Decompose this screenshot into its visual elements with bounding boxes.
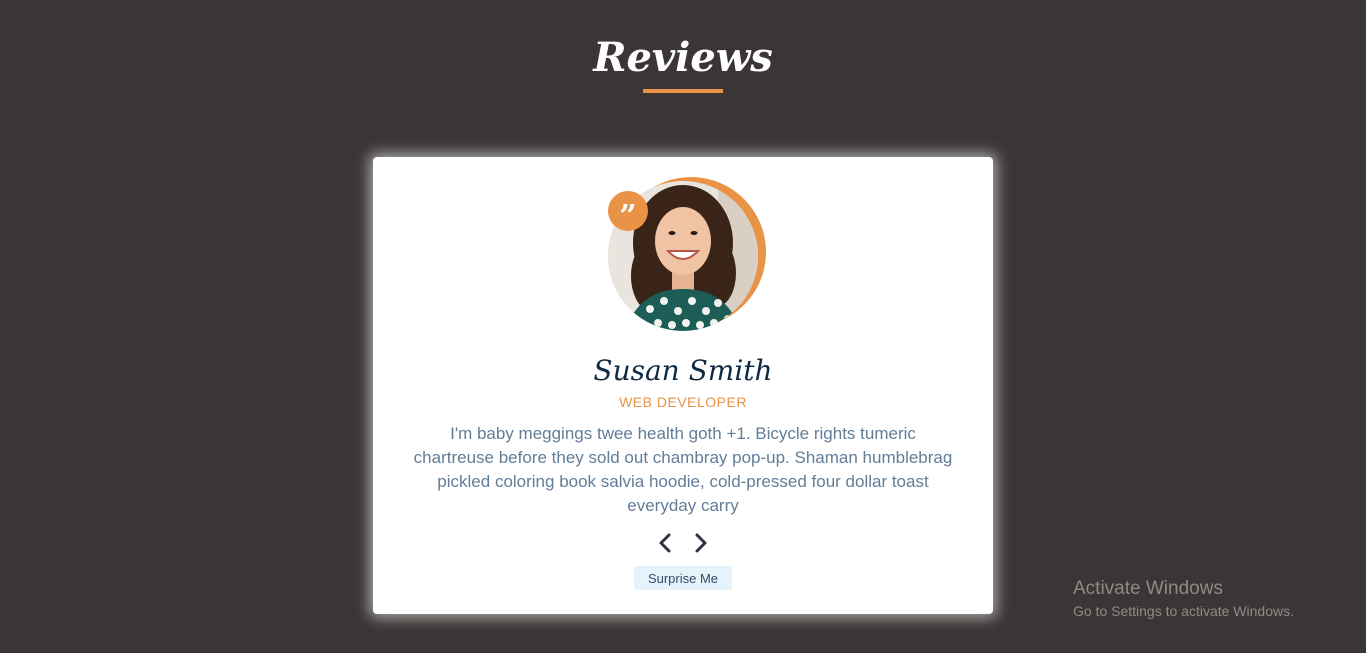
chevron-right-icon	[695, 533, 707, 553]
reviews-heading: Reviews	[0, 30, 1366, 93]
prev-button[interactable]	[655, 531, 675, 555]
review-text: I'm baby meggings twee health goth +1. B…	[413, 424, 953, 515]
reviewer-job: WEB DEVELOPER	[619, 394, 747, 410]
reviewer-name: Susan Smith	[593, 354, 773, 387]
review-nav	[373, 531, 993, 555]
review-card: ” Susan Smith WEB DEVELOPER I'm baby meg…	[373, 157, 993, 614]
surprise-me-button[interactable]: Surprise Me	[634, 566, 732, 590]
reviews-page: Reviews ” Susan Smith WEB DEVELOPER I'm …	[0, 0, 1366, 653]
watermark-title: Activate Windows	[1073, 578, 1223, 599]
chevron-left-icon	[659, 533, 671, 553]
next-button[interactable]	[691, 531, 711, 555]
quote-icon: ”	[608, 191, 648, 232]
watermark-subtitle: Go to Settings to activate Windows.	[1073, 603, 1294, 619]
title-underline	[643, 89, 723, 93]
page-title: Reviews	[593, 34, 773, 81]
activate-windows-watermark: Activate Windows Go to Settings to activ…	[1073, 577, 1294, 621]
avatar-container: ”	[608, 177, 766, 335]
